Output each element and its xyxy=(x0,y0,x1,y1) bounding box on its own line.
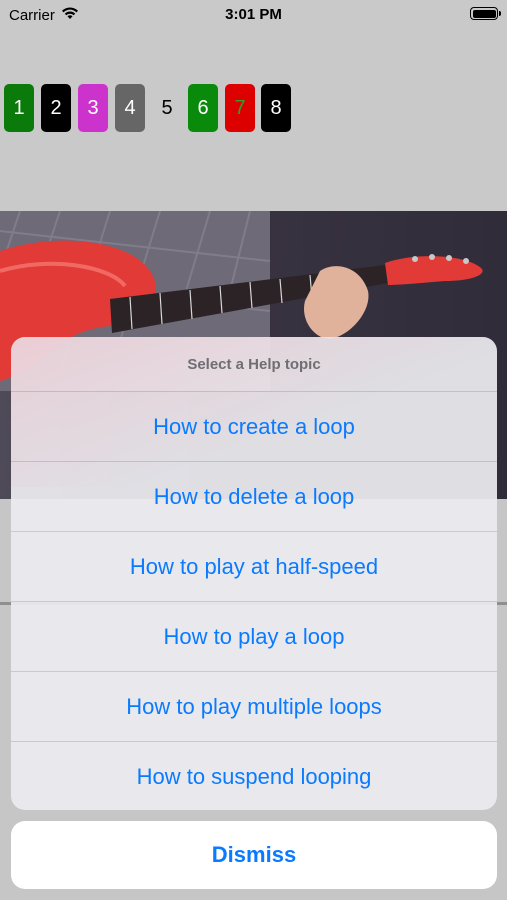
sheet-title: Select a Help topic xyxy=(187,355,321,373)
option-multiple-loops[interactable]: How to play multiple loops xyxy=(11,671,497,741)
option-half-speed[interactable]: How to play at half-speed xyxy=(11,531,497,601)
option-play-loop[interactable]: How to play a loop xyxy=(11,601,497,671)
option-suspend-looping[interactable]: How to suspend looping xyxy=(11,741,497,810)
dismiss-button[interactable]: Dismiss xyxy=(11,821,497,889)
option-create-loop[interactable]: How to create a loop xyxy=(11,391,497,461)
option-delete-loop[interactable]: How to delete a loop xyxy=(11,461,497,531)
help-action-sheet: Select a Help topic How to create a loop… xyxy=(11,337,497,810)
